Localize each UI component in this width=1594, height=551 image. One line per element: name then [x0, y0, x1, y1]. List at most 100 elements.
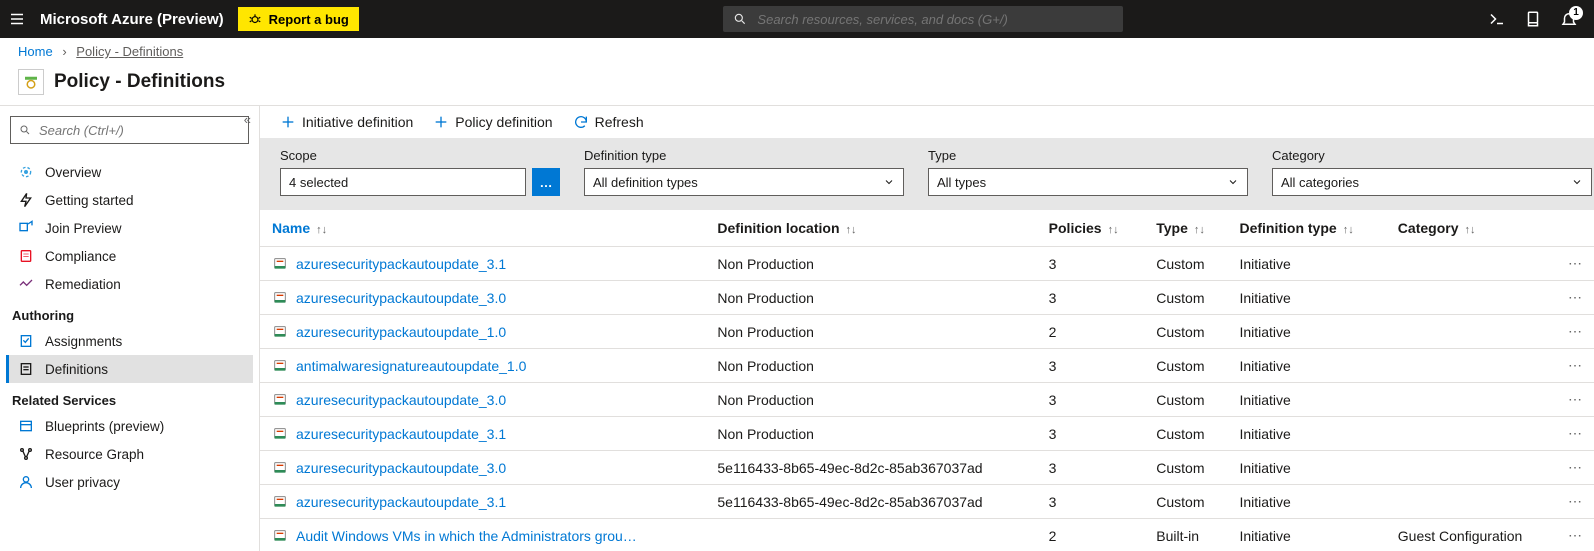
table-row[interactable]: azuresecuritypackautoupdate_3.0Non Produ… [260, 281, 1594, 315]
row-context-menu-button[interactable]: ⋯ [1556, 519, 1594, 551]
definition-link[interactable]: azuresecuritypackautoupdate_3.0 [296, 290, 506, 306]
row-context-menu-button[interactable]: ⋯ [1556, 315, 1594, 349]
definition-link[interactable]: azuresecuritypackautoupdate_3.1 [296, 256, 506, 272]
collapse-sidebar-icon[interactable]: « [244, 112, 251, 127]
scope-selector[interactable]: 4 selected [280, 168, 526, 196]
definition-link[interactable]: azuresecuritypackautoupdate_3.0 [296, 392, 506, 408]
breadcrumb: Home › Policy - Definitions [0, 38, 1594, 65]
category-selector[interactable]: All categories [1272, 168, 1592, 196]
col-location[interactable]: Definition location↑↓ [705, 210, 1036, 247]
scope-picker-button[interactable]: … [532, 168, 560, 196]
definition-link[interactable]: Audit Windows VMs in which the Administr… [296, 528, 637, 544]
sidebar-item-user-privacy[interactable]: User privacy [6, 468, 253, 496]
sidebar-section-authoring: Authoring [6, 298, 253, 327]
cell-category [1386, 315, 1556, 349]
table-row[interactable]: azuresecuritypackautoupdate_3.1Non Produ… [260, 247, 1594, 281]
row-context-menu-button[interactable]: ⋯ [1556, 485, 1594, 519]
sidebar-item-label: Blueprints (preview) [45, 419, 164, 434]
sidebar: « Overview Getting started Join Preview … [0, 106, 260, 551]
topbar: Microsoft Azure (Preview) Report a bug 1 [0, 0, 1594, 38]
table-row[interactable]: azuresecuritypackautoupdate_3.15e116433-… [260, 485, 1594, 519]
sort-icon: ↑↓ [316, 224, 327, 236]
graph-icon [17, 446, 35, 462]
breadcrumb-current: Policy - Definitions [76, 44, 183, 59]
row-context-menu-button[interactable]: ⋯ [1556, 349, 1594, 383]
definition-link[interactable]: antimalwaresignatureautoupdate_1.0 [296, 358, 526, 374]
definitions-table: Name↑↓ Definition location↑↓ Policies↑↓ … [260, 210, 1594, 551]
sidebar-search-input[interactable] [37, 122, 240, 139]
table-row[interactable]: azuresecuritypackautoupdate_3.0 5e116433-… [260, 451, 1594, 485]
sidebar-search[interactable] [10, 116, 249, 144]
preview-icon [17, 220, 35, 236]
table-row[interactable]: azuresecuritypackautoupdate_1.0Non Produ… [260, 315, 1594, 349]
global-search-input[interactable] [755, 11, 1113, 28]
cmd-label: Refresh [595, 114, 644, 130]
sidebar-item-overview[interactable]: Overview [6, 158, 253, 186]
cell-location: Non Production [705, 383, 1036, 417]
sidebar-item-assignments[interactable]: Assignments [6, 327, 253, 355]
cell-policies: 2 [1037, 519, 1145, 551]
cell-def-type: Initiative [1227, 383, 1385, 417]
table-row[interactable]: azuresecuritypackautoupdate_3.1Non Produ… [260, 417, 1594, 451]
cell-def-type: Initiative [1227, 451, 1385, 485]
table-row[interactable]: azuresecuritypackautoupdate_3.0 Non Produ… [260, 383, 1594, 417]
def-type-selector[interactable]: All definition types [584, 168, 904, 196]
sidebar-item-getting-started[interactable]: Getting started [6, 186, 253, 214]
sort-icon: ↑↓ [1194, 224, 1205, 236]
sidebar-item-blueprints[interactable]: Blueprints (preview) [6, 412, 253, 440]
sidebar-item-compliance[interactable]: Compliance [6, 242, 253, 270]
cell-category: Guest Configuration [1386, 519, 1556, 551]
definition-link[interactable]: azuresecuritypackautoupdate_3.1 [296, 494, 506, 510]
col-policies[interactable]: Policies↑↓ [1037, 210, 1145, 247]
row-context-menu-button[interactable]: ⋯ [1556, 417, 1594, 451]
col-def-type[interactable]: Definition type↑↓ [1227, 210, 1385, 247]
brand-title: Microsoft Azure (Preview) [40, 11, 224, 28]
cell-name: azuresecuritypackautoupdate_3.1 [260, 247, 705, 281]
add-initiative-button[interactable]: Initiative definition [280, 114, 413, 130]
sidebar-item-join-preview[interactable]: Join Preview [6, 214, 253, 242]
row-context-menu-button[interactable]: ⋯ [1556, 281, 1594, 315]
row-context-menu-button[interactable]: ⋯ [1556, 247, 1594, 281]
filter-label-category: Category [1272, 148, 1592, 163]
cell-category [1386, 349, 1556, 383]
col-name[interactable]: Name↑↓ [260, 210, 705, 247]
sidebar-item-label: Assignments [45, 334, 122, 349]
cell-type: Built-in [1144, 519, 1227, 551]
cell-location: 5e116433-8b65-49ec-8d2c-85ab367037ad [705, 451, 1036, 485]
sort-icon: ↑↓ [1343, 224, 1354, 236]
compliance-icon [17, 248, 35, 264]
definition-link[interactable]: azuresecuritypackautoupdate_1.0 [296, 324, 506, 340]
col-category[interactable]: Category↑↓ [1386, 210, 1556, 247]
breadcrumb-home[interactable]: Home [18, 44, 53, 59]
cell-name: azuresecuritypackautoupdate_3.0 [260, 383, 705, 417]
sidebar-section-related: Related Services [6, 383, 253, 412]
table-row[interactable]: Audit Windows VMs in which the Administr… [260, 519, 1594, 551]
col-type[interactable]: Type↑↓ [1144, 210, 1227, 247]
table-row[interactable]: antimalwaresignatureautoupdate_1.0Non Pr… [260, 349, 1594, 383]
cell-policies: 3 [1037, 383, 1145, 417]
add-policy-button[interactable]: Policy definition [433, 114, 552, 130]
filter-label-def-type: Definition type [584, 148, 904, 163]
directory-filter-icon[interactable] [1524, 10, 1542, 28]
definition-link[interactable]: azuresecuritypackautoupdate_3.0 [296, 460, 506, 476]
refresh-button[interactable]: Refresh [573, 114, 644, 130]
definition-link[interactable]: azuresecuritypackautoupdate_3.1 [296, 426, 506, 442]
row-context-menu-button[interactable]: ⋯ [1556, 451, 1594, 485]
sidebar-item-definitions[interactable]: Definitions [6, 355, 253, 383]
cell-policies: 3 [1037, 451, 1145, 485]
hamburger-icon[interactable] [8, 10, 26, 28]
notifications-icon[interactable]: 1 [1560, 10, 1578, 28]
assignments-icon [17, 333, 35, 349]
cell-name: azuresecuritypackautoupdate_1.0 [260, 315, 705, 349]
row-context-menu-button[interactable]: ⋯ [1556, 383, 1594, 417]
type-selector[interactable]: All types [928, 168, 1248, 196]
global-search[interactable] [723, 6, 1123, 32]
report-bug-button[interactable]: Report a bug [238, 7, 359, 31]
sidebar-item-resource-graph[interactable]: Resource Graph [6, 440, 253, 468]
cell-type: Custom [1144, 485, 1227, 519]
filter-label-type: Type [928, 148, 1248, 163]
sidebar-item-remediation[interactable]: Remediation [6, 270, 253, 298]
cloud-shell-icon[interactable] [1488, 10, 1506, 28]
cell-name: azuresecuritypackautoupdate_3.1 [260, 485, 705, 519]
command-bar: Initiative definition Policy definition … [260, 106, 1594, 138]
